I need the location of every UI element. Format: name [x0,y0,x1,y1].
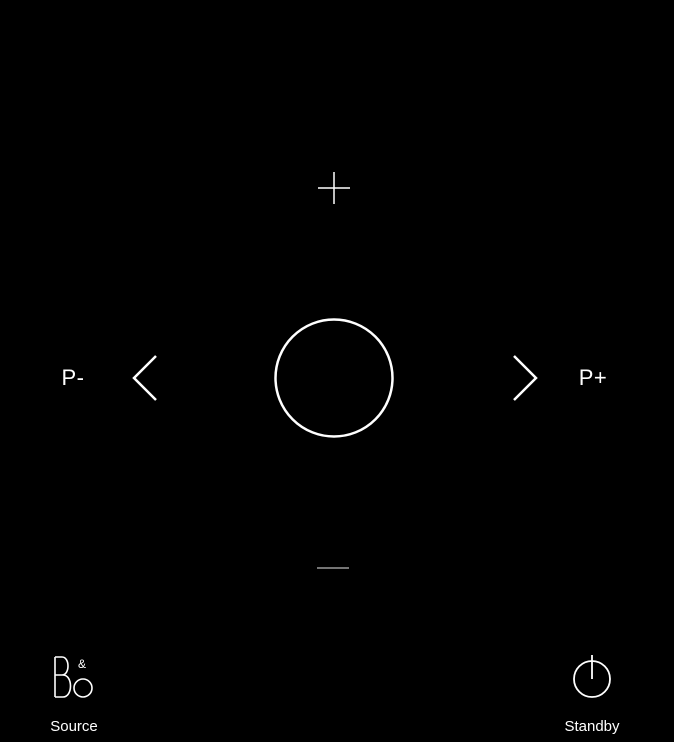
plus-icon [318,172,350,204]
remote-control-screen: P- P+ & Source Standby [0,0,674,742]
center-select-button[interactable] [272,316,396,440]
source-button[interactable]: & Source [34,650,114,740]
chevron-left-icon [132,355,157,401]
program-up-button[interactable]: P+ [570,358,616,398]
program-down-button[interactable]: P- [50,358,96,398]
previous-button[interactable] [122,348,168,408]
source-label: Source [50,718,98,735]
svg-text:&: & [78,657,86,671]
standby-button[interactable]: Standby [552,650,632,740]
chevron-right-icon [513,355,538,401]
power-icon [573,655,611,698]
circle-icon [274,318,394,438]
program-down-label: P- [61,365,85,390]
program-up-label: P+ [578,365,608,390]
next-button[interactable] [502,348,548,408]
bang-olufsen-logo-icon: & [54,656,93,698]
volume-down-button[interactable] [302,548,364,588]
standby-label: Standby [564,718,620,735]
minus-icon [317,567,349,569]
volume-up-button[interactable] [304,158,364,218]
